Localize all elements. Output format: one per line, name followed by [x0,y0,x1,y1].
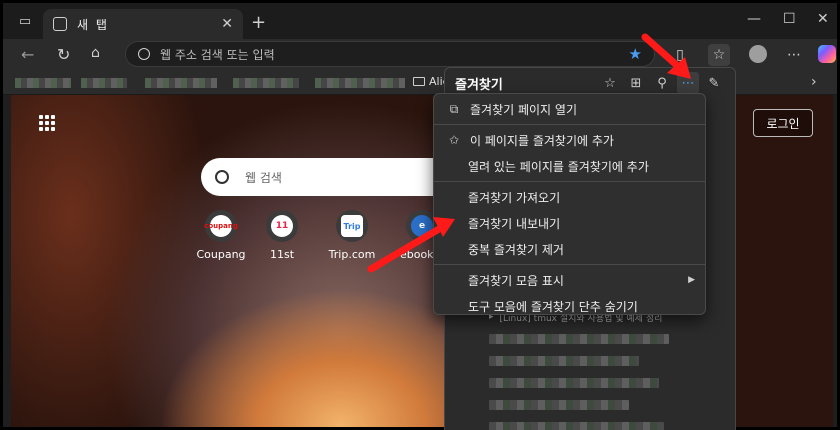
external-link-icon: ⧉ [449,101,459,116]
menu-item-remove-duplicates[interactable]: 중복 즐겨찾기 제거 [434,236,705,262]
menu-divider [434,124,705,125]
more-options-icon[interactable]: ⋯ [677,72,699,94]
app-launcher-icon[interactable] [39,115,55,131]
tab-title: 새 탭 [77,17,109,32]
menu-item-hide-favorites-button[interactable]: 도구 모음에 즐겨찾기 단추 숨기기 [434,293,705,319]
ebook-icon: e [411,215,433,237]
chevron-right-icon[interactable]: › [811,74,817,90]
quick-link-label: Trip.com [328,248,376,261]
tab-actions-icon[interactable]: ▭ [17,13,33,29]
quick-link-coupang[interactable]: coupang Coupang [191,210,251,261]
new-tab-button[interactable]: + [251,12,266,33]
add-favorite-icon[interactable]: ☆ [599,72,621,94]
menu-divider [434,181,705,182]
favorite-star-icon[interactable]: ★ [629,45,642,63]
web-search-placeholder: 웹 검색 [245,170,282,185]
web-search-box[interactable]: 웹 검색 [201,158,471,196]
browser-window: ▭ 새 탭 ✕ + — ☐ ✕ ← ↻ ⌂ 웹 주소 검색 또는 입력 ★ ▯ … [0,0,840,430]
quick-link-label: Coupang [196,248,246,261]
submenu-arrow-icon: ▶ [688,275,695,285]
list-item[interactable] [489,352,729,370]
11st-icon: 11 [271,215,293,237]
favorites-panel-title: 즐겨찾기 [455,77,503,93]
quick-link-label: 11st [269,248,295,261]
back-button[interactable]: ← [21,45,34,64]
menu-divider [434,264,705,265]
close-window-button[interactable]: ✕ [817,11,829,27]
favorites-button[interactable]: ☆ [708,44,730,66]
new-tab-favicon-icon [53,17,67,31]
bookmark-item[interactable] [233,78,299,88]
trip-icon: Trip [341,215,363,237]
bookmark-item[interactable] [81,78,127,88]
menu-item-open-favorites-page[interactable]: ⧉ 즐겨찾기 페이지 열기 [434,96,705,122]
tab-close-icon[interactable]: ✕ [221,16,233,32]
address-bar[interactable]: 웹 주소 검색 또는 입력 ★ [125,41,655,67]
home-button[interactable]: ⌂ [91,45,100,61]
favorites-more-menu: ⧉ 즐겨찾기 페이지 열기 ✩ 이 페이지를 즐겨찾기에 추가 열려 있는 페이… [433,93,706,315]
search-icon[interactable]: ⚲ [651,72,673,94]
coupang-icon: coupang [204,215,238,237]
pin-icon[interactable]: ✎ [703,72,725,94]
list-item[interactable] [489,418,729,430]
star-add-icon: ✩ [448,133,460,147]
avatar[interactable] [749,45,767,63]
tab-new-tab[interactable]: 새 탭 ✕ [43,9,243,39]
login-button[interactable]: 로그인 [753,109,813,137]
title-bar: ▭ 새 탭 ✕ + — ☐ ✕ [3,3,837,39]
refresh-button[interactable]: ↻ [57,45,70,64]
menu-item-add-open-pages[interactable]: 열려 있는 페이지를 즐겨찾기에 추가 [434,153,705,179]
list-item[interactable] [489,374,729,392]
bookmark-item[interactable] [315,78,405,88]
search-icon [138,48,150,60]
favorites-list: ▸ [Linux] tmux 설치와 사용법 및 예제 정리 [489,308,729,430]
quick-link-trip[interactable]: Trip Trip.com [322,210,382,261]
minimize-button[interactable]: — [747,11,761,27]
bookmark-item[interactable] [15,78,71,88]
list-item[interactable] [489,330,729,348]
maximize-button[interactable]: ☐ [783,11,796,27]
settings-more-button[interactable]: ⋯ [783,44,805,66]
quick-link-11st[interactable]: 11 11st [252,210,312,261]
folder-icon [413,77,425,86]
menu-item-show-favorites-bar[interactable]: 즐겨찾기 모음 표시 ▶ [434,267,705,293]
add-folder-icon[interactable]: ⊞ [625,72,647,94]
menu-item-import-favorites[interactable]: 즐겨찾기 가져오기 [434,184,705,210]
search-icon [215,170,229,184]
bookmark-item[interactable] [145,78,217,88]
list-item[interactable] [489,396,729,414]
copilot-icon[interactable] [818,45,836,63]
menu-item-export-favorites[interactable]: 즐겨찾기 내보내기 [434,210,705,236]
split-screen-icon[interactable]: ▯ [669,44,691,66]
menu-item-add-this-page[interactable]: ✩ 이 페이지를 즐겨찾기에 추가 [434,127,705,153]
address-placeholder: 웹 주소 검색 또는 입력 [160,47,275,62]
